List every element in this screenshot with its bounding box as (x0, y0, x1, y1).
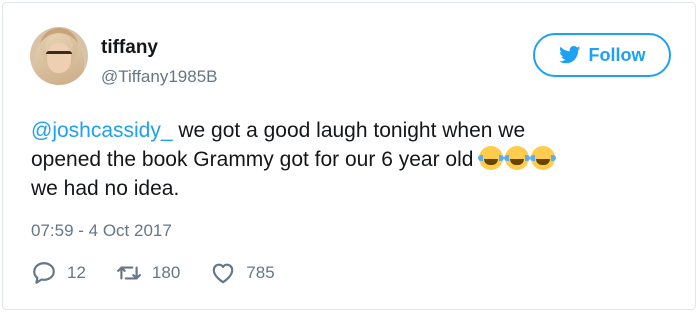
follow-button-label: Follow (588, 44, 646, 65)
twitter-bird-icon (558, 46, 580, 64)
mention-link[interactable]: @joshcassidy_ (31, 119, 173, 142)
tweet-timestamp[interactable]: 07:59 - 4 Oct 2017 (31, 221, 172, 241)
retweet-button[interactable]: 180 (116, 260, 180, 286)
user-display-name[interactable]: tiffany (101, 37, 158, 59)
user-handle[interactable]: @Tiffany1985B (101, 67, 218, 87)
reply-icon (33, 262, 55, 284)
tweet-text-line1: we got a good laugh tonight when we (172, 119, 526, 142)
retweet-icon (117, 266, 141, 280)
heart-icon (213, 263, 234, 284)
retweet-count: 180 (151, 263, 181, 282)
laughing-crying-emoji-icon (504, 146, 531, 170)
tweet-text: @joshcassidy_ we got a good laugh tonigh… (31, 116, 671, 203)
tweet-text-line3: we had no idea. (31, 177, 180, 200)
tweet-text-line2: opened the book Grammy got for our 6 yea… (31, 148, 480, 171)
laughing-crying-emoji-icon (478, 146, 505, 170)
avatar-glasses (46, 51, 72, 62)
like-count: 785 (246, 263, 275, 282)
reply-button[interactable]: 12 (31, 260, 86, 286)
like-button[interactable]: 785 (210, 260, 275, 286)
reply-count: 12 (67, 263, 86, 282)
tweet-actions: 12 180 785 (31, 260, 275, 286)
avatar[interactable] (30, 27, 88, 85)
follow-button[interactable]: Follow (533, 33, 671, 77)
tweet-card: tiffany @Tiffany1985B Follow @joshcassid… (2, 2, 696, 310)
laughing-crying-emoji-icon (530, 146, 557, 170)
